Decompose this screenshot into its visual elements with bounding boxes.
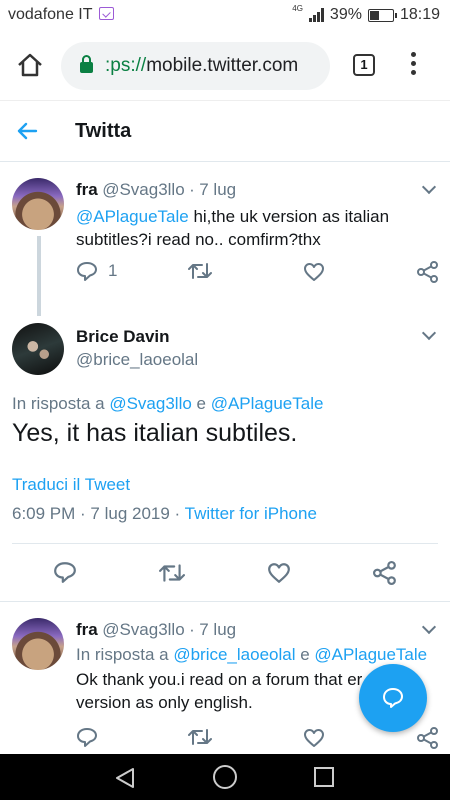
- twitter-header: Twitta: [0, 100, 450, 162]
- author-handle[interactable]: @brice_laoeolal: [76, 350, 198, 370]
- reply-icon[interactable]: [53, 561, 77, 588]
- signal-icon: [308, 8, 324, 22]
- tweet-text: Yes, it has italian subtiles.: [12, 419, 298, 447]
- tweet-header: fra @Svag3llo · 7 lug: [76, 180, 237, 199]
- avatar[interactable]: [12, 323, 64, 375]
- like-icon[interactable]: [303, 728, 325, 753]
- url-text: :ps://mobile.twitter.com: [105, 55, 299, 76]
- system-nav-bar: [0, 754, 450, 800]
- nav-home-icon[interactable]: [213, 765, 237, 789]
- network-type: 4G: [292, 4, 303, 13]
- tab-switcher-button[interactable]: 1: [353, 54, 375, 76]
- tweet-text: @APlagueTale hi,the uk version as italia…: [76, 207, 390, 249]
- compose-icon: [381, 686, 405, 715]
- translate-link[interactable]: Traduci il Tweet: [12, 475, 130, 495]
- tweet-date[interactable]: 7 lug: [199, 180, 236, 199]
- status-bar: vodafone IT 4G 39% 18:19: [0, 0, 450, 32]
- retweet-icon[interactable]: [188, 262, 212, 285]
- share-icon[interactable]: [373, 561, 397, 590]
- carrier-label: vodafone IT: [8, 6, 114, 24]
- thread-connector: [37, 236, 41, 316]
- share-icon[interactable]: [417, 261, 439, 288]
- retweet-icon[interactable]: [159, 563, 185, 588]
- author-name[interactable]: fra: [76, 180, 98, 199]
- address-bar[interactable]: :ps://mobile.twitter.com: [61, 42, 330, 90]
- reply-icon[interactable]: [76, 727, 98, 752]
- like-icon[interactable]: [303, 262, 325, 287]
- chevron-down-icon[interactable]: [421, 179, 437, 195]
- message-icon: [98, 7, 114, 20]
- avatar[interactable]: [12, 178, 64, 230]
- author-handle: @Svag3llo: [102, 620, 185, 639]
- divider: [12, 543, 438, 544]
- battery-icon: [367, 8, 397, 22]
- battery-percent: 39%: [329, 6, 362, 23]
- clock: 18:19: [399, 6, 440, 23]
- tweet-date[interactable]: 7 lug: [199, 620, 236, 639]
- tweet-timestamp: 6:09 PM · 7 lug 2019 · Twitter for iPhon…: [12, 504, 317, 523]
- author-handle: @Svag3llo: [102, 180, 185, 199]
- reply-icon[interactable]: [76, 261, 98, 286]
- home-icon[interactable]: [16, 52, 44, 78]
- share-icon[interactable]: [417, 727, 439, 754]
- author-name[interactable]: Brice Davin: [76, 327, 170, 347]
- avatar[interactable]: [12, 618, 64, 670]
- reply-context: In risposta a @Svag3llo e @APlagueTale: [12, 394, 324, 413]
- divider: [0, 601, 450, 602]
- page-title: Twitta: [75, 120, 132, 142]
- author-name[interactable]: fra: [76, 620, 98, 639]
- status-right: 4G 39% 18:19: [292, 4, 440, 24]
- chevron-down-icon[interactable]: [421, 325, 437, 341]
- browser-toolbar: :ps://mobile.twitter.com 1: [0, 32, 450, 100]
- nav-recents-icon[interactable]: [314, 767, 334, 787]
- source-link[interactable]: Twitter for iPhone: [185, 504, 317, 523]
- reply-context: In risposta a @brice_laoeolal e @APlague…: [76, 645, 428, 664]
- compose-button[interactable]: [359, 664, 427, 732]
- nav-back-icon[interactable]: [115, 767, 135, 794]
- overflow-menu-icon[interactable]: [411, 52, 417, 79]
- chevron-down-icon[interactable]: [421, 619, 437, 635]
- tweet-header: fra @Svag3llo · 7 lug: [76, 620, 237, 639]
- like-icon[interactable]: [267, 562, 291, 589]
- back-arrow-icon[interactable]: [16, 120, 38, 149]
- lock-icon: [80, 55, 93, 73]
- reply-count: 1: [108, 261, 118, 280]
- retweet-icon[interactable]: [188, 728, 212, 751]
